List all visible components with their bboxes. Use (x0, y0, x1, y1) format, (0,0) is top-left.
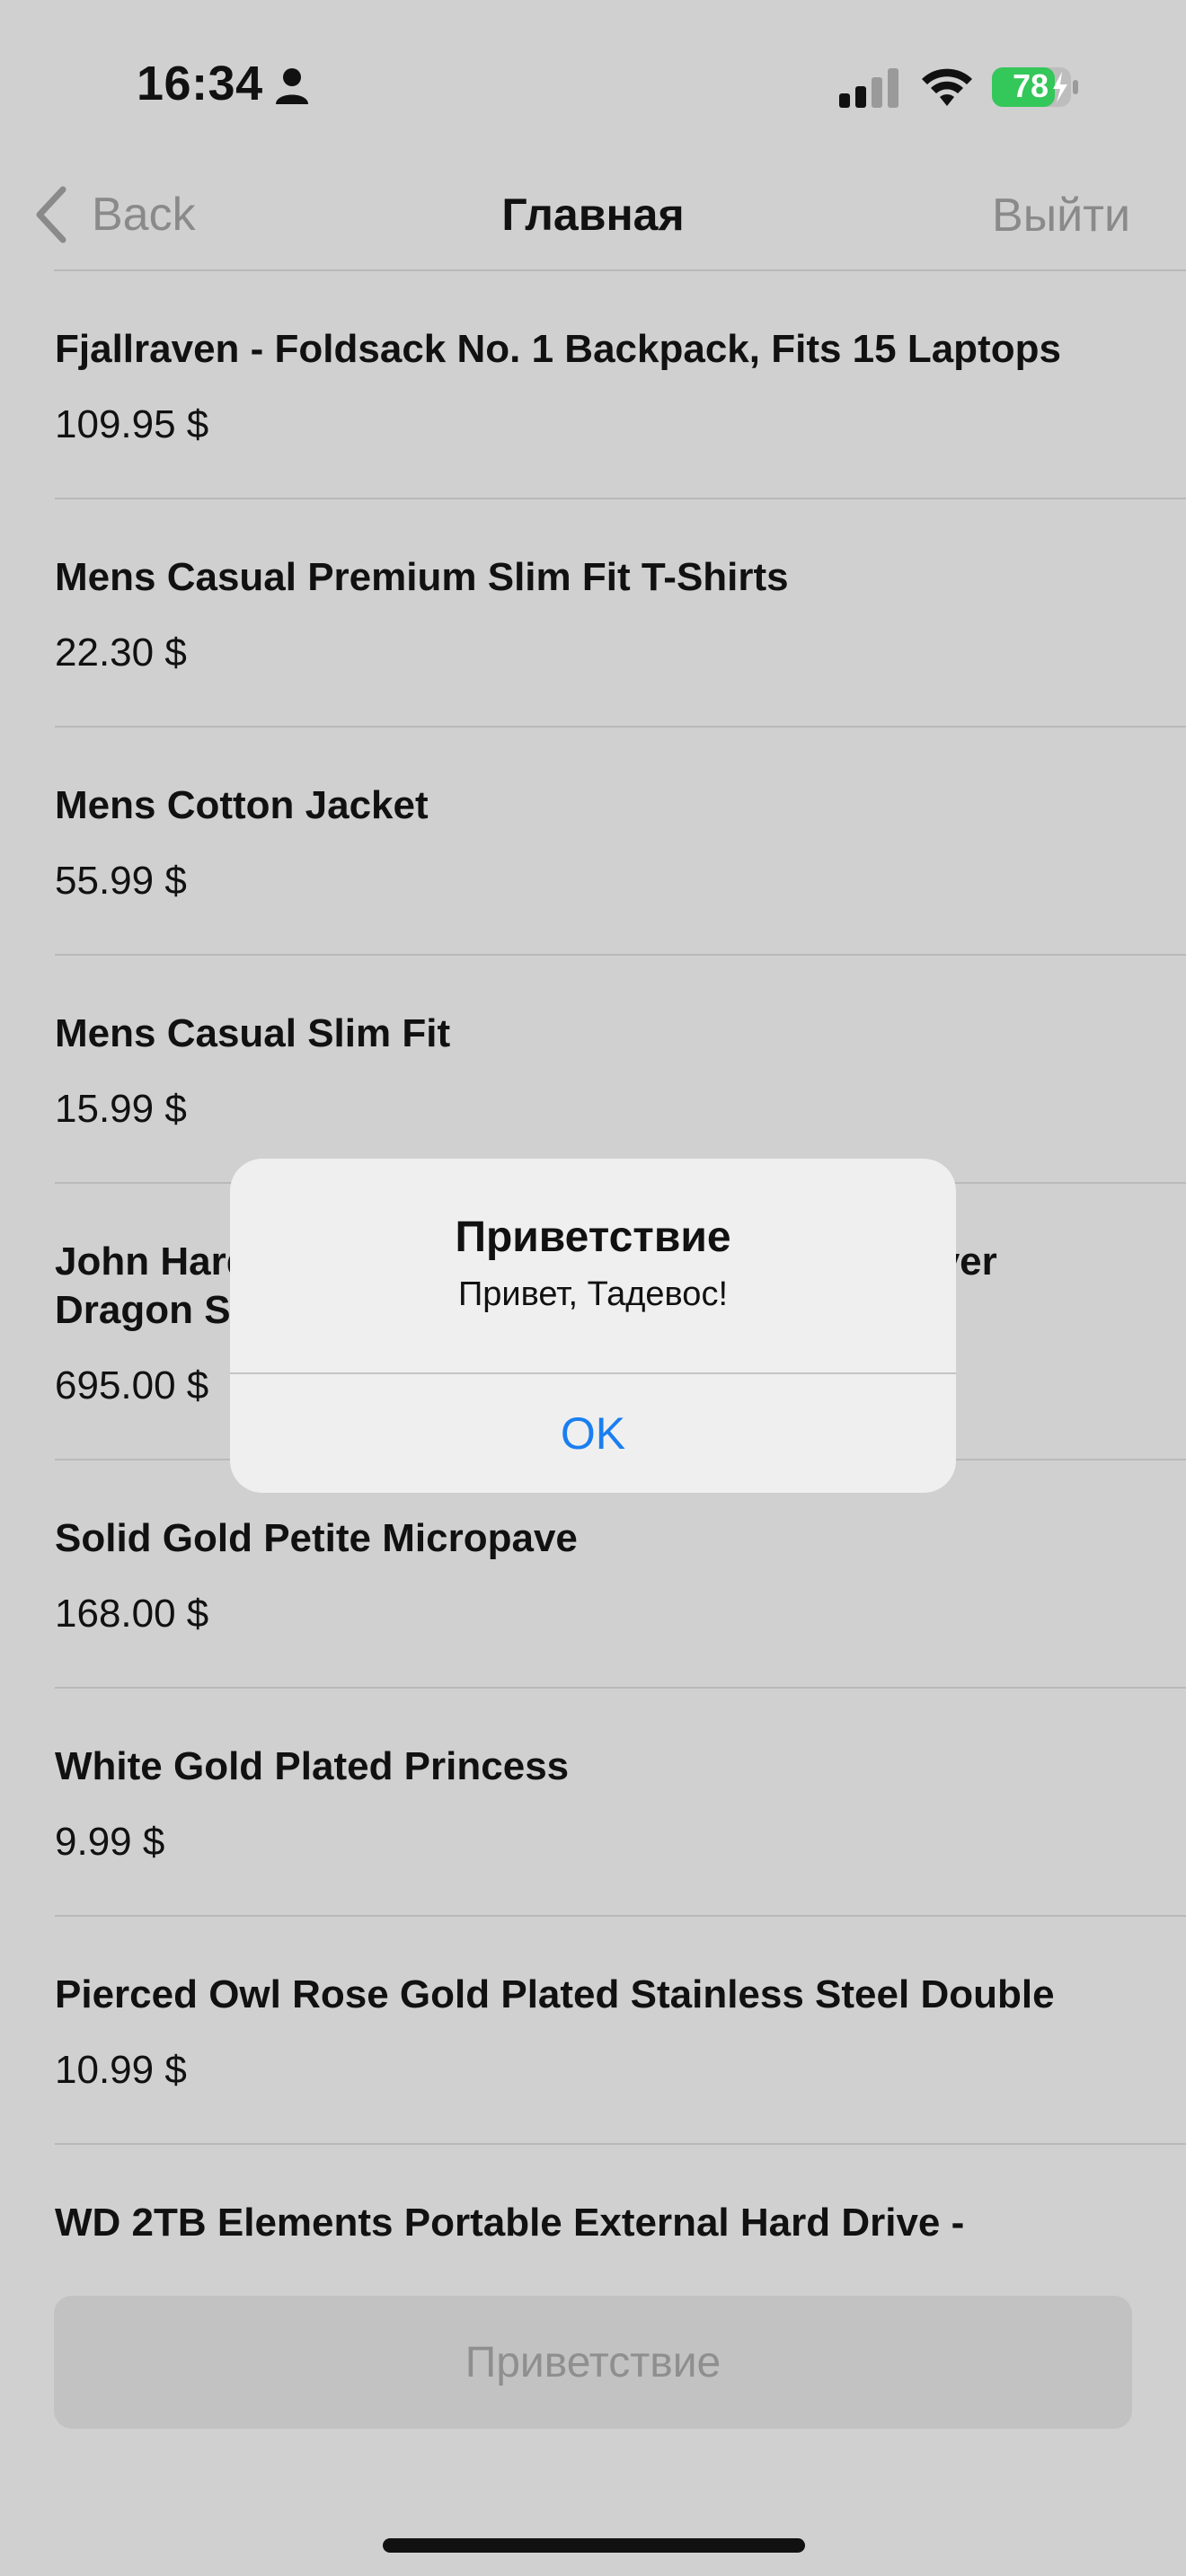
product-title: WD 2TB Elements Portable External Hard D… (55, 2201, 965, 2245)
wifi-icon (922, 68, 972, 106)
status-time: 16:34 (137, 57, 263, 110)
alert-title: Приветствие (455, 1213, 731, 1261)
list-item[interactable]: Fjallraven - Foldsack No. 1 Backpack, Fi… (55, 271, 1186, 499)
product-title: Mens Casual Slim Fit (55, 1011, 451, 1055)
list-item[interactable]: White Gold Plated Princess 9.99 $ (55, 1689, 1186, 1917)
battery-level: 78 (1012, 67, 1049, 104)
list-item[interactable]: Mens Casual Slim Fit 15.99 $ (55, 956, 1186, 1184)
list-item[interactable]: Mens Casual Premium Slim Fit T-Shirts 22… (55, 499, 1186, 728)
product-title: Pierced Owl Rose Gold Plated Stainless S… (55, 1972, 1055, 2016)
product-price: 9.99 $ (55, 1820, 165, 1864)
list-item[interactable]: Mens Cotton Jacket 55.99 $ (55, 728, 1186, 956)
signal-icon (839, 68, 898, 108)
home-indicator[interactable] (383, 2538, 805, 2553)
product-price: 168.00 $ (55, 1592, 209, 1636)
screen: 16:34 78 Back Главная Выйти Fjallraven -… (0, 0, 1186, 2576)
product-price: 10.99 $ (55, 2048, 187, 2092)
greeting-button[interactable]: Приветствие (54, 2296, 1132, 2429)
person-icon (276, 68, 308, 104)
product-price: 22.30 $ (55, 631, 187, 675)
alert-message: Привет, Тадевос! (457, 1275, 728, 1313)
list-item[interactable]: WD 2TB Elements Portable External Hard D… (55, 2145, 1186, 2267)
list-item[interactable]: Solid Gold Petite Micropave 168.00 $ (55, 1460, 1186, 1689)
product-price: 55.99 $ (55, 859, 187, 903)
alert-dialog: Приветствие Привет, Тадевос! OK (230, 1159, 956, 1493)
product-title: White Gold Plated Princess (55, 1744, 570, 1788)
alert-ok-button[interactable]: OK (230, 1374, 956, 1493)
product-title: Mens Cotton Jacket (55, 783, 429, 827)
product-price: 109.95 $ (55, 402, 209, 446)
list-item[interactable]: Pierced Owl Rose Gold Plated Stainless S… (55, 1917, 1186, 2145)
navigation-bar: Back Главная Выйти (0, 171, 1186, 269)
product-title: Mens Casual Premium Slim Fit T-Shirts (55, 555, 789, 599)
product-title: Fjallraven - Foldsack No. 1 Backpack, Fi… (55, 327, 1061, 371)
status-bar: 16:34 78 (0, 0, 1186, 171)
logout-button[interactable]: Выйти (992, 189, 1130, 243)
